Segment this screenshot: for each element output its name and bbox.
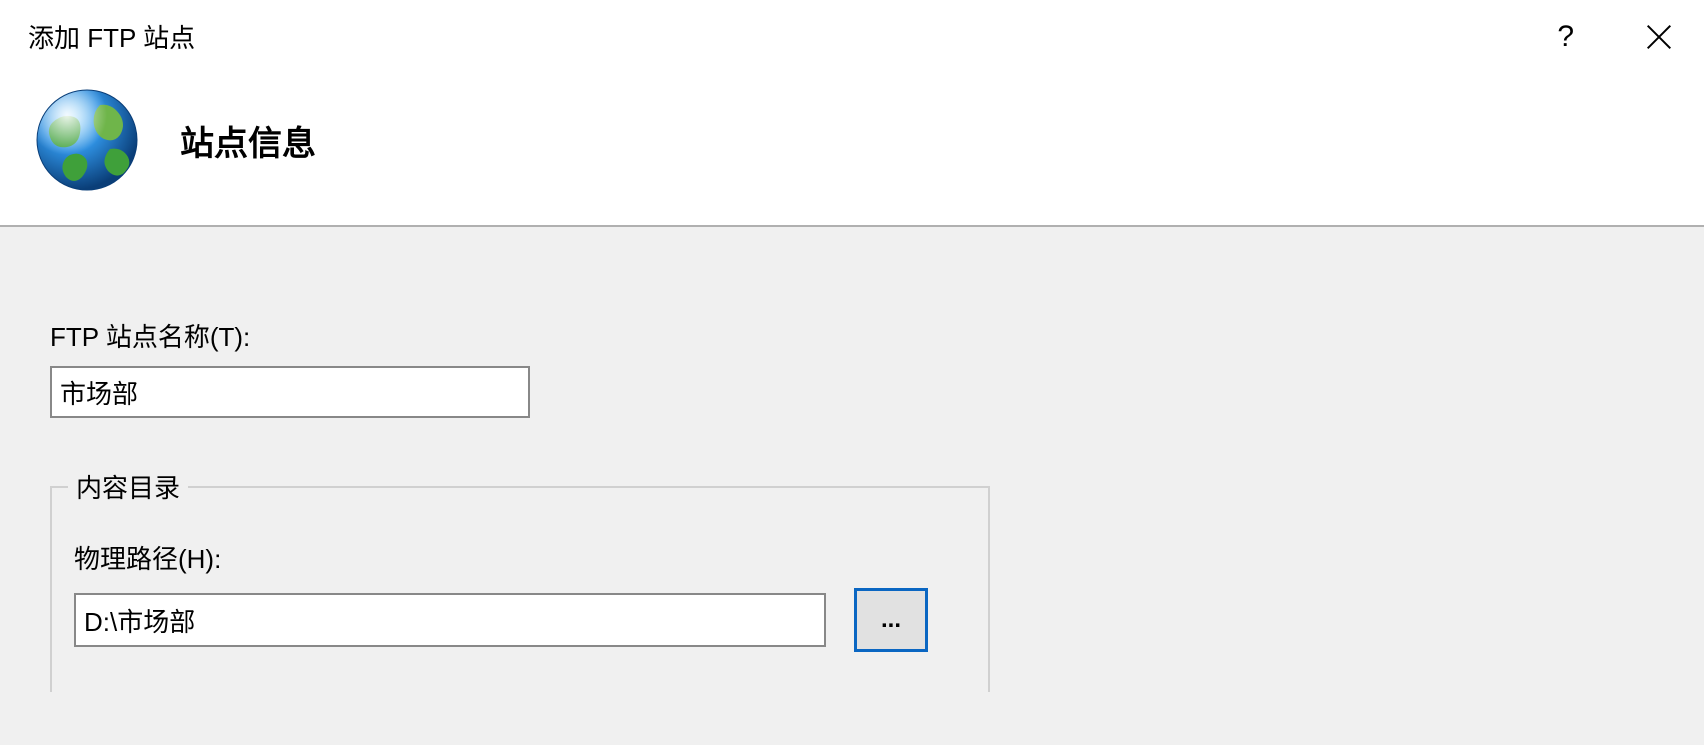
window-title: 添加 FTP 站点 — [28, 18, 195, 55]
titlebar: 添加 FTP 站点 ? — [0, 0, 1704, 65]
physical-path-input[interactable] — [74, 593, 826, 647]
site-name-input[interactable] — [50, 366, 530, 418]
physical-path-row: ... — [74, 588, 966, 652]
header-section: 站点信息 — [0, 65, 1704, 225]
close-icon[interactable] — [1644, 22, 1674, 52]
titlebar-controls: ? — [1557, 20, 1674, 54]
ellipsis-icon: ... — [881, 606, 901, 634]
physical-path-label: 物理路径(H): — [74, 539, 966, 576]
content-directory-legend: 内容目录 — [68, 468, 188, 505]
globe-icon — [32, 85, 142, 195]
browse-button[interactable]: ... — [854, 588, 928, 652]
site-name-label: FTP 站点名称(T): — [50, 317, 1654, 354]
content-directory-fieldset: 内容目录 物理路径(H): ... — [50, 468, 990, 692]
content-area: FTP 站点名称(T): 内容目录 物理路径(H): ... — [0, 225, 1704, 745]
help-icon[interactable]: ? — [1557, 20, 1574, 54]
page-heading: 站点信息 — [180, 116, 316, 165]
